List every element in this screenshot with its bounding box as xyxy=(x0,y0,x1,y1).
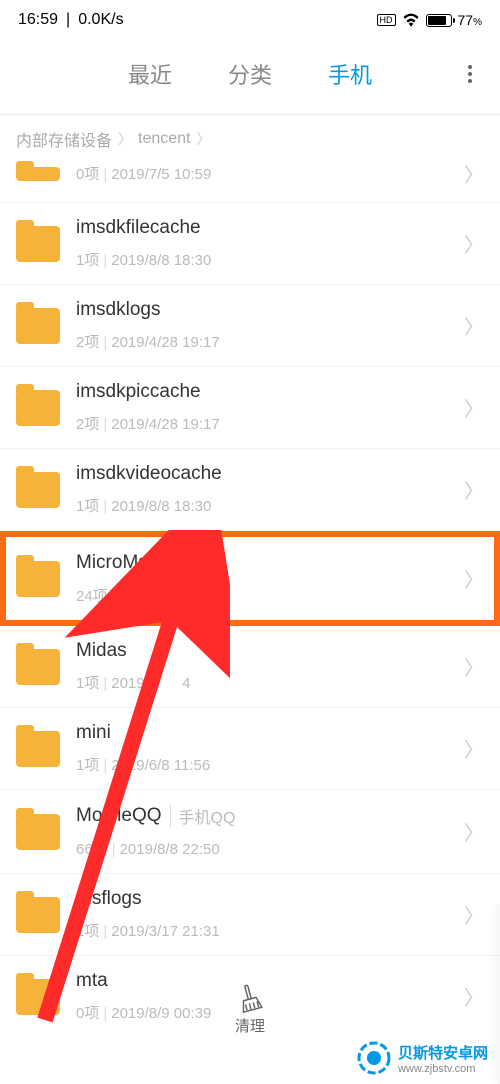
more-button[interactable] xyxy=(468,65,472,83)
folder-item[interactable]: mini 1项|2019/6/8 11:56 〉 xyxy=(0,708,500,790)
folder-name: msflogs xyxy=(76,888,141,910)
status-bar: 16:59 | 0.0K/s HD 77% xyxy=(0,0,500,40)
chevron-right-icon: 〉 xyxy=(464,734,484,763)
folder-item[interactable]: imsdkvideocache 1项|2019/8/8 18:30 〉 xyxy=(0,449,500,531)
chevron-right-icon: 〉 xyxy=(464,652,484,681)
folder-name: imsdkpiccache xyxy=(76,381,201,403)
folder-item-micromsg[interactable]: MicroMsg微信 24项|2019/8/9 16:37 〉 xyxy=(0,531,500,626)
folder-item[interactable]: MobileQQ手机QQ 66项|2019/8/8 22:50 〉 xyxy=(0,790,500,874)
chevron-right-icon: 〉 xyxy=(197,129,211,149)
status-left: 16:59 | 0.0K/s xyxy=(18,11,124,29)
chevron-right-icon: 〉 xyxy=(464,393,484,422)
tab-category[interactable]: 分类 xyxy=(228,58,272,90)
folder-icon xyxy=(16,561,60,597)
chevron-right-icon: 〉 xyxy=(464,229,484,258)
folder-name: MobileQQ xyxy=(76,805,162,827)
breadcrumb-path[interactable]: tencent xyxy=(138,130,190,148)
folder-tag: 微信 xyxy=(166,551,207,575)
breadcrumb-root[interactable]: 内部存储设备 xyxy=(16,127,112,151)
folder-name: MicroMsg xyxy=(76,552,158,574)
folder-list: 0项|2019/7/5 10:59 〉 imsdkfilecache 1项|20… xyxy=(0,159,500,1037)
status-time: 16:59 xyxy=(18,11,58,29)
tabs: 最近 分类 手机 xyxy=(0,40,500,114)
watermark: 贝斯特安卓网 www.zjbstv.com xyxy=(356,1040,488,1076)
folder-item[interactable]: imsdklogs 2项|2019/4/28 19:17 〉 xyxy=(0,285,500,367)
chevron-right-icon: 〉 xyxy=(464,900,484,929)
battery-percent: 77% xyxy=(458,12,482,28)
nav-indicator xyxy=(488,904,500,1084)
folder-item[interactable]: msflogs 1项|2019/3/17 21:31 〉 xyxy=(0,874,500,956)
tab-phone[interactable]: 手机 xyxy=(328,58,372,90)
folder-item[interactable]: imsdkpiccache 2项|2019/4/28 19:17 〉 xyxy=(0,367,500,449)
clean-label[interactable]: 清理 xyxy=(235,1015,265,1036)
watermark-name: 贝斯特安卓网 xyxy=(398,1042,488,1063)
folder-icon xyxy=(16,226,60,262)
folder-name: imsdklogs xyxy=(76,299,160,321)
folder-name: imsdkfilecache xyxy=(76,217,201,239)
folder-icon xyxy=(16,649,60,685)
broom-icon[interactable] xyxy=(232,980,269,1017)
folder-icon xyxy=(16,814,60,850)
folder-name: imsdkvideocache xyxy=(76,463,222,485)
folder-name: Midas xyxy=(76,640,127,662)
folder-icon xyxy=(16,897,60,933)
folder-item[interactable]: 0项|2019/7/5 10:59 〉 xyxy=(0,159,500,203)
folder-icon xyxy=(16,390,60,426)
folder-icon xyxy=(16,167,60,181)
folder-item[interactable]: imsdkfilecache 1项|2019/8/8 18:30 〉 xyxy=(0,203,500,285)
signal-label: HD xyxy=(377,14,396,26)
wifi-icon xyxy=(402,13,420,27)
chevron-right-icon: 〉 xyxy=(464,311,484,340)
tab-recent[interactable]: 最近 xyxy=(128,58,172,90)
folder-tag: 手机QQ xyxy=(170,804,236,828)
chevron-right-icon: 〉 xyxy=(464,159,484,188)
folder-icon xyxy=(16,308,60,344)
folder-icon xyxy=(16,731,60,767)
breadcrumb[interactable]: 内部存储设备 〉 tencent 〉 xyxy=(0,119,500,159)
watermark-url: www.zjbstv.com xyxy=(398,1063,488,1075)
battery-icon xyxy=(426,14,452,27)
chevron-right-icon: 〉 xyxy=(118,129,132,149)
status-right: HD 77% xyxy=(377,12,482,28)
status-separator: | xyxy=(66,11,70,29)
folder-name: mini xyxy=(76,722,111,744)
watermark-logo-icon xyxy=(356,1040,392,1076)
bottom-bar: 清理 xyxy=(0,973,500,1046)
chevron-right-icon: 〉 xyxy=(464,475,484,504)
status-speed: 0.0K/s xyxy=(78,11,123,29)
chevron-right-icon: 〉 xyxy=(464,564,484,593)
folder-icon xyxy=(16,472,60,508)
chevron-right-icon: 〉 xyxy=(464,817,484,846)
folder-item[interactable]: Midas 1项|2019/8/ 4 〉 xyxy=(0,626,500,708)
